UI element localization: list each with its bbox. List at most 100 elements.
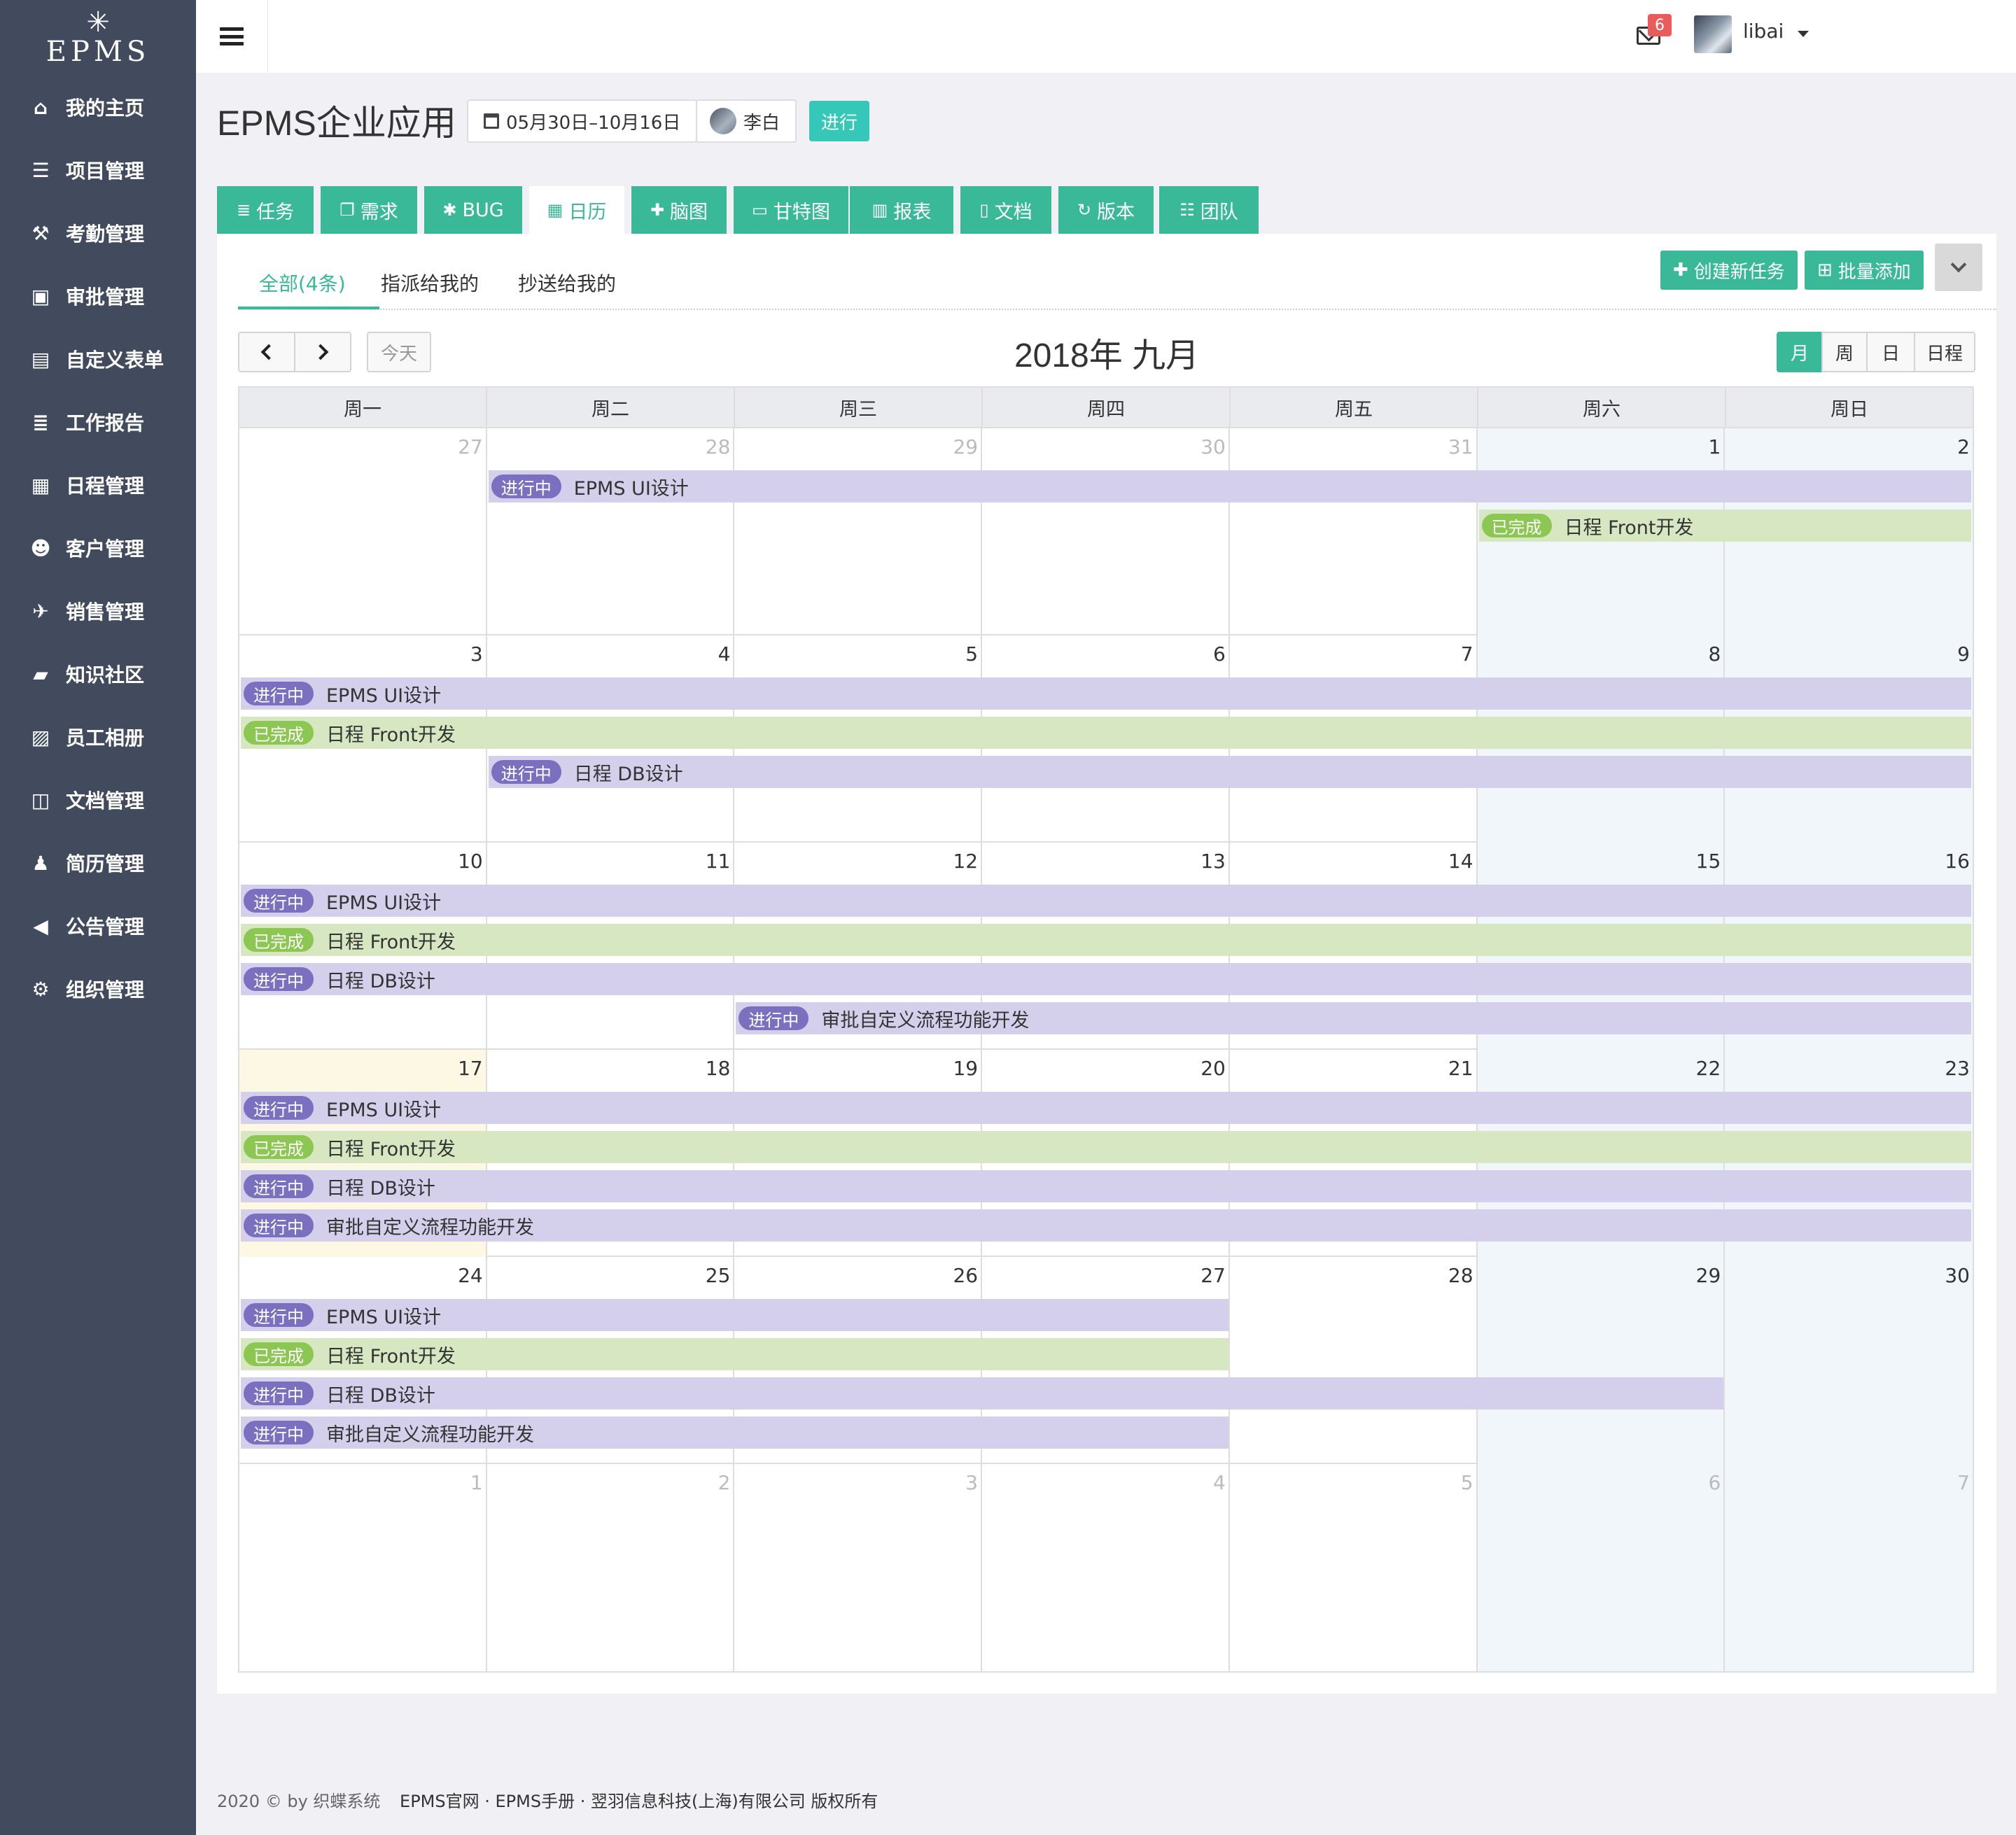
calendar-title: 2018年 九月	[1014, 337, 1200, 374]
tab-label: 日历	[568, 201, 607, 223]
project-owner[interactable]: 李白	[696, 99, 797, 143]
day-number: 21	[1448, 1057, 1474, 1080]
calendar-event[interactable]: 进行中 EPMS UI设计	[241, 885, 1971, 917]
tab[interactable]: ▦ 日历	[529, 186, 624, 234]
sidebar-item[interactable]: ▰ 知识社区	[0, 642, 196, 705]
weekday-label: 周一	[239, 388, 487, 427]
tab[interactable]: ❐ 需求	[321, 186, 417, 234]
sidebar-item[interactable]: ⚙ 组织管理	[0, 957, 196, 1020]
calendar-day-cell[interactable]: 28	[487, 428, 735, 635]
sidebar-item[interactable]: ☰ 项目管理	[0, 139, 196, 202]
day-number: 20	[1200, 1057, 1226, 1080]
calendar-event[interactable]: 进行中 审批自定义流程功能开发	[241, 1416, 1228, 1449]
calendar-event[interactable]: 已完成 日程 Front开发	[241, 924, 1971, 956]
tab-label: 报表	[893, 201, 932, 223]
batch-add-button[interactable]: ⊞ 批量添加	[1805, 251, 1924, 290]
calendar-day-cell[interactable]: 28	[1230, 1257, 1478, 1464]
logo[interactable]: ✳ EPMS	[0, 0, 196, 76]
menu-toggle-button[interactable]	[196, 0, 268, 73]
event-title: 审批自定义流程功能开发	[326, 1216, 534, 1239]
sidebar-menu: ⌂ 我的主页 ☰ 项目管理 ⚒ 考勤管理 ▣ 审批管理 ▤ 自定义表单 ≣ 工作报告 ▦ 日程管理 ☻ 客户管…	[0, 76, 196, 1020]
username[interactable]: libai	[1743, 20, 1784, 43]
calendar-day-cell[interactable]: 1	[239, 1464, 487, 1671]
calendar-day-cell[interactable]: 29	[734, 428, 983, 635]
date-range[interactable]: 05月30日–10月16日	[467, 99, 698, 143]
calendar-day-cell[interactable]: 31	[1230, 428, 1478, 635]
calendar-day-cell[interactable]: 27	[239, 428, 487, 635]
event-status-badge: 进行中	[244, 967, 314, 991]
calendar-day-cell[interactable]: 6	[1477, 1464, 1726, 1671]
event-title: 日程 DB设计	[326, 1177, 435, 1200]
calendar-day-cell[interactable]: 4	[982, 1464, 1230, 1671]
calendar-day-cell[interactable]: 7	[1725, 1464, 1973, 1671]
day-number: 27	[1200, 1264, 1226, 1287]
tab[interactable]: ≣ 任务	[217, 186, 314, 234]
view-button[interactable]: 周	[1821, 332, 1868, 372]
day-number: 10	[458, 850, 483, 873]
calendar-event[interactable]: 进行中 日程 DB设计	[241, 963, 1971, 995]
view-button[interactable]: 日程	[1914, 332, 1975, 372]
calendar-grid: 周一 周二 周三 周四 周五 周六 周日 27 28 29 30 31 1 2 进行中 EPMS UI设计已…	[238, 386, 1974, 1673]
sidebar-item[interactable]: ▨ 员工相册	[0, 705, 196, 768]
calendar-event[interactable]: 已完成 日程 Front开发	[241, 1338, 1228, 1370]
calendar-event[interactable]: 进行中 EPMS UI设计	[241, 1299, 1228, 1331]
calendar-day-cell[interactable]: 29	[1477, 1257, 1726, 1464]
calendar-week: 1 2 3 4 5 6 7	[239, 1464, 1973, 1671]
sidebar-item[interactable]: ♟ 简历管理	[0, 831, 196, 894]
calendar-event[interactable]: 进行中 日程 DB设计	[488, 756, 1971, 788]
user-avatar[interactable]	[1694, 15, 1732, 53]
caret-down-icon[interactable]	[1798, 31, 1809, 37]
tab[interactable]: ☷ 团队	[1159, 186, 1259, 234]
calendar-day-cell[interactable]: 30	[982, 428, 1230, 635]
calendar-event[interactable]: 进行中 EPMS UI设计	[241, 1092, 1971, 1124]
tab[interactable]: ▥ 报表	[850, 186, 953, 234]
tab[interactable]: ▯ 文档	[960, 186, 1051, 234]
calendar-day-cell[interactable]: 3	[734, 1464, 983, 1671]
calendar-event[interactable]: 进行中 EPMS UI设计	[488, 470, 1971, 502]
calendar-day-cell[interactable]: 5	[1230, 1464, 1478, 1671]
calendar-event[interactable]: 已完成 日程 Front开发	[241, 717, 1971, 749]
sidebar-item[interactable]: ✈ 销售管理	[0, 579, 196, 642]
calendar-day-cell[interactable]: 2	[487, 1464, 735, 1671]
tab[interactable]: ✚ 脑图	[631, 186, 727, 234]
sidebar-item[interactable]: ◀ 公告管理	[0, 894, 196, 957]
calendar-event[interactable]: 已完成 日程 Front开发	[1478, 509, 1971, 542]
calendar-event[interactable]: 进行中 日程 DB设计	[241, 1170, 1971, 1202]
collapse-button[interactable]	[1935, 244, 1982, 291]
tasks-icon: ≣	[236, 200, 251, 220]
sidebar-item[interactable]: ⌂ 我的主页	[0, 76, 196, 139]
day-number: 27	[458, 435, 483, 458]
day-number: 18	[705, 1057, 731, 1080]
sidebar-item[interactable]: ≣ 工作报告	[0, 391, 196, 454]
subtab-cc-to-me[interactable]: 抄送给我的	[518, 269, 616, 297]
sidebar-item[interactable]: ▤ 自定义表单	[0, 328, 196, 391]
event-title: 审批自定义流程功能开发	[821, 1009, 1030, 1032]
calendar-day-cell[interactable]: 30	[1725, 1257, 1973, 1464]
calendar-event[interactable]: 进行中 审批自定义流程功能开发	[241, 1209, 1971, 1242]
event-title: 日程 Front开发	[326, 1345, 456, 1368]
footer-links[interactable]: EPMS官网 · EPMS手册 · 翌羽信息科技(上海)有限公司 版权所有	[400, 1792, 878, 1811]
subtab-assigned-to-me[interactable]: 指派给我的	[381, 269, 479, 297]
sidebar-item[interactable]: ▦ 日程管理	[0, 454, 196, 516]
subtab-all[interactable]: 全部(4条)	[259, 269, 346, 297]
project-status-button[interactable]: 进行	[809, 101, 869, 141]
sidebar-item[interactable]: ▣ 审批管理	[0, 265, 196, 328]
calendar-event[interactable]: 进行中 日程 DB设计	[241, 1377, 1724, 1409]
calendar-event[interactable]: 进行中 审批自定义流程功能开发	[736, 1002, 1971, 1034]
gantt-icon: ▭	[752, 200, 768, 220]
day-number: 29	[953, 435, 979, 458]
view-button[interactable]: 日	[1866, 332, 1915, 372]
tab[interactable]: ↻ 版本	[1058, 186, 1154, 234]
tab[interactable]: ▭ 甘特图	[734, 186, 848, 234]
sidebar-item[interactable]: ☻ 客户管理	[0, 516, 196, 579]
tab[interactable]: ✱ BUG	[424, 186, 522, 234]
calendar-event[interactable]: 已完成 日程 Front开发	[241, 1131, 1971, 1163]
view-button[interactable]: 月	[1777, 332, 1823, 372]
tab-label: 需求	[360, 201, 398, 223]
sidebar-item-label: 销售管理	[66, 600, 145, 624]
create-task-button[interactable]: ✚ 创建新任务	[1660, 251, 1798, 290]
calendar-event[interactable]: 进行中 EPMS UI设计	[241, 677, 1971, 710]
sidebar-item[interactable]: ◫ 文档管理	[0, 768, 196, 831]
weekday-header: 周一 周二 周三 周四 周五 周六 周日	[239, 388, 1973, 428]
sidebar-item[interactable]: ⚒ 考勤管理	[0, 202, 196, 265]
